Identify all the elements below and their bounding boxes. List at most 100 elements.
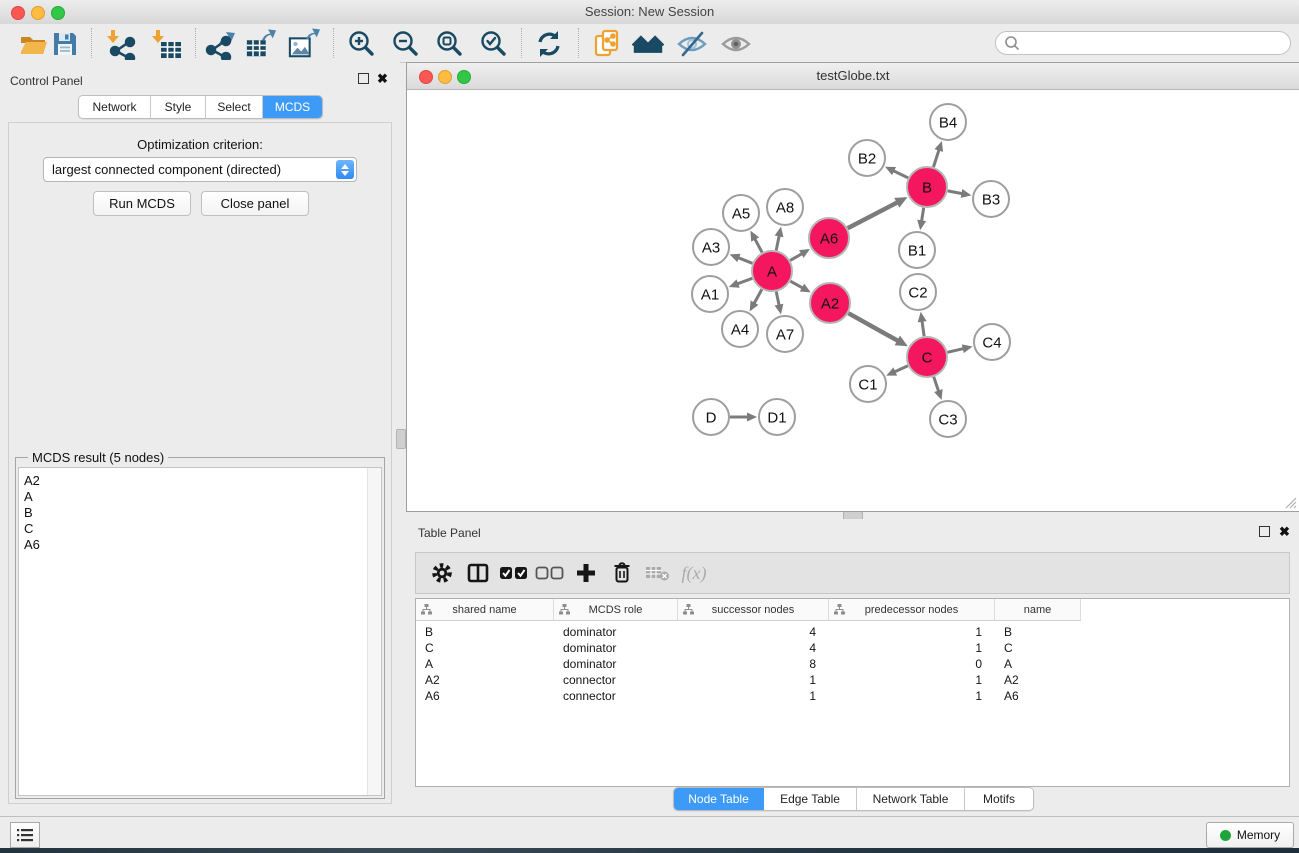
table-cell[interactable]: dominator [563, 656, 677, 672]
table-cell[interactable]: 1 [678, 672, 816, 688]
table-cell[interactable]: 1 [829, 640, 982, 656]
graph-edge[interactable] [776, 234, 779, 250]
criterion-select[interactable]: largest connected component (directed) [43, 157, 357, 182]
close-panel-button[interactable]: Close panel [201, 191, 309, 216]
table-cell[interactable]: A2 [425, 672, 553, 688]
tab-network[interactable]: Network [79, 96, 151, 118]
zoom-out-icon[interactable] [389, 28, 421, 60]
graph-edge[interactable] [948, 191, 964, 194]
table-cell[interactable]: 1 [829, 688, 982, 704]
graph-edge[interactable] [947, 348, 964, 352]
column-header[interactable]: MCDS role [554, 599, 678, 621]
close-panel-icon[interactable]: ✖ [377, 72, 388, 85]
table-cell[interactable]: A2 [1004, 672, 1080, 688]
resize-grip-icon[interactable] [1284, 496, 1297, 509]
column-header[interactable]: shared name [416, 599, 554, 621]
mcds-result-item[interactable]: A6 [19, 537, 381, 553]
graph-edge[interactable] [848, 202, 899, 229]
zoom-in-icon[interactable] [345, 28, 377, 60]
tab-node-table[interactable]: Node Table [674, 788, 764, 810]
mcds-result-item[interactable]: A2 [19, 473, 381, 489]
network-canvas[interactable]: B4B2BB3A8A5A6A3B1AC2A1A2A4A7C4CC1DD1C3 [407, 90, 1297, 510]
table-cell[interactable]: A6 [425, 688, 553, 704]
table-cell[interactable]: 1 [829, 672, 982, 688]
tab-edge-table[interactable]: Edge Table [764, 788, 857, 810]
table-cell[interactable]: dominator [563, 640, 677, 656]
zoom-selected-icon[interactable] [477, 28, 509, 60]
vertical-splitter-handle[interactable] [396, 429, 406, 449]
toggle-panes-icon[interactable] [460, 556, 496, 590]
scrollbar-track[interactable] [367, 468, 381, 795]
column-header[interactable]: name [995, 599, 1081, 621]
tab-network-table[interactable]: Network Table [857, 788, 965, 810]
graph-edge[interactable] [893, 366, 907, 373]
show-all-icon[interactable] [720, 28, 752, 60]
export-network-icon[interactable] [203, 28, 235, 60]
table-cell[interactable]: 0 [829, 656, 982, 672]
export-image-icon[interactable] [288, 28, 320, 60]
table-cell[interactable]: A [1004, 656, 1080, 672]
search-field[interactable] [995, 31, 1291, 55]
export-table-icon[interactable] [245, 28, 277, 60]
graph-edge[interactable] [790, 253, 803, 260]
deselect-all-icon[interactable] [532, 556, 568, 590]
table-cell[interactable]: 1 [829, 624, 982, 640]
mcds-result-list[interactable]: A2ABCA6 [18, 467, 382, 796]
table-cell[interactable]: connector [563, 688, 677, 704]
table-cell[interactable]: C [425, 640, 553, 656]
mcds-result-item[interactable]: B [19, 505, 381, 521]
table-cell[interactable]: B [1004, 624, 1080, 640]
import-network-icon[interactable] [105, 28, 137, 60]
open-file-icon[interactable] [18, 28, 50, 60]
first-neighbors-icon[interactable] [632, 28, 664, 60]
new-network-from-selection-icon[interactable] [592, 28, 624, 60]
table-cell[interactable]: A [425, 656, 553, 672]
table-cell[interactable]: dominator [563, 624, 677, 640]
mcds-result-item[interactable]: A [19, 489, 381, 505]
graph-edge[interactable] [776, 292, 779, 307]
add-column-icon[interactable] [568, 556, 604, 590]
graph-edge[interactable] [922, 320, 924, 336]
run-mcds-button[interactable]: Run MCDS [93, 191, 191, 216]
table-cell[interactable]: B [425, 624, 553, 640]
graph-edge[interactable] [892, 170, 908, 178]
delete-column-icon[interactable] [604, 556, 640, 590]
table-cell[interactable]: A6 [1004, 688, 1080, 704]
memory-button[interactable]: Memory [1206, 822, 1294, 848]
graph-edge[interactable] [754, 238, 762, 253]
table-cell[interactable]: connector [563, 672, 677, 688]
node-table[interactable]: shared nameMCDS rolesuccessor nodesprede… [415, 598, 1290, 787]
column-header[interactable]: predecessor nodes [829, 599, 995, 621]
graph-edge[interactable] [754, 289, 762, 304]
table-settings-icon[interactable] [424, 556, 460, 590]
close-network-button[interactable] [419, 70, 433, 84]
graph-edge[interactable] [848, 313, 899, 341]
table-cell[interactable]: C [1004, 640, 1080, 656]
save-session-icon[interactable] [49, 28, 81, 60]
float-table-panel-icon[interactable] [1259, 526, 1270, 537]
graph-edge[interactable] [737, 257, 752, 263]
table-cell[interactable]: 8 [678, 656, 816, 672]
table-cell[interactable]: 1 [678, 688, 816, 704]
import-table-icon[interactable] [151, 28, 183, 60]
table-cell[interactable]: 4 [678, 640, 816, 656]
table-cell[interactable]: 4 [678, 624, 816, 640]
graph-edge[interactable] [933, 149, 939, 167]
select-all-icon[interactable] [496, 556, 532, 590]
tab-motifs[interactable]: Motifs [965, 788, 1033, 810]
mcds-result-item[interactable]: C [19, 521, 381, 537]
hide-selected-icon[interactable] [676, 28, 708, 60]
tab-mcds[interactable]: MCDS [263, 96, 322, 118]
graph-edge[interactable] [790, 281, 803, 288]
float-panel-icon[interactable] [358, 73, 369, 84]
graph-edge[interactable] [934, 377, 939, 393]
zoom-network-button[interactable] [457, 70, 471, 84]
graph-edge[interactable] [921, 208, 923, 223]
minimize-network-button[interactable] [438, 70, 452, 84]
search-input[interactable] [1024, 33, 1290, 53]
column-header[interactable]: successor nodes [678, 599, 829, 621]
tab-style[interactable]: Style [151, 96, 206, 118]
show-panels-button[interactable] [10, 822, 40, 848]
graph-edge[interactable] [736, 278, 752, 284]
apply-layout-icon[interactable] [533, 28, 565, 60]
